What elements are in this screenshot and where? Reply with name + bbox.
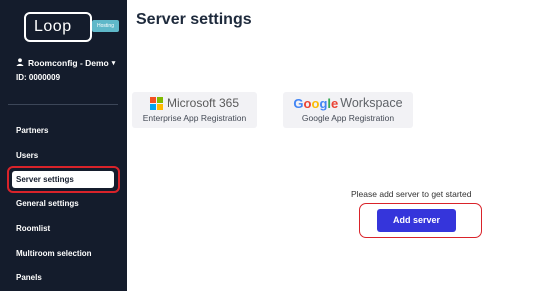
- sidebar-item-users[interactable]: Users: [16, 151, 38, 160]
- hosting-badge: Hosting: [92, 20, 119, 32]
- logo-text: Loop: [34, 18, 72, 35]
- user-icon: [16, 58, 24, 68]
- server-settings-highlight: [7, 166, 120, 193]
- chevron-down-icon: ▾: [111, 60, 116, 67]
- microsoft-logo-icon: [149, 96, 163, 110]
- add-server-highlight: [359, 203, 482, 238]
- sidebar-item-roomlist[interactable]: Roomlist: [16, 224, 50, 233]
- microsoft-365-card[interactable]: Microsoft 365 Enterprise App Registratio…: [132, 92, 257, 128]
- google-app-registration-label: Google App Registration: [301, 113, 395, 123]
- sidebar: Loop Hosting Roomconfig - Demo ▾ ID: 000…: [0, 0, 127, 291]
- google-logo-icon: Google: [293, 95, 339, 111]
- google-brand: Google Workspace: [283, 95, 413, 111]
- sidebar-divider: [8, 104, 118, 105]
- sidebar-item-multiroom-selection[interactable]: Multiroom selection: [16, 249, 92, 258]
- google-workspace-card[interactable]: Google Workspace Google App Registration: [283, 92, 413, 128]
- sidebar-item-panels[interactable]: Panels: [16, 273, 42, 282]
- account-name: Roomconfig - Demo: [28, 58, 109, 68]
- loop-logo[interactable]: Loop: [24, 12, 92, 42]
- account-id: ID: 0000009: [16, 73, 61, 82]
- empty-state-message: Please add server to get started: [351, 189, 472, 199]
- microsoft-brand: Microsoft 365: [132, 96, 257, 110]
- sidebar-item-general-settings[interactable]: General settings: [16, 199, 79, 208]
- page-title: Server settings: [136, 11, 252, 28]
- workspace-label: Workspace: [340, 96, 403, 110]
- enterprise-app-registration-label: Enterprise App Registration: [142, 113, 247, 123]
- sidebar-item-partners[interactable]: Partners: [16, 126, 48, 135]
- account-selector[interactable]: Roomconfig - Demo ▾: [16, 58, 115, 68]
- microsoft-365-label: Microsoft 365: [166, 96, 240, 110]
